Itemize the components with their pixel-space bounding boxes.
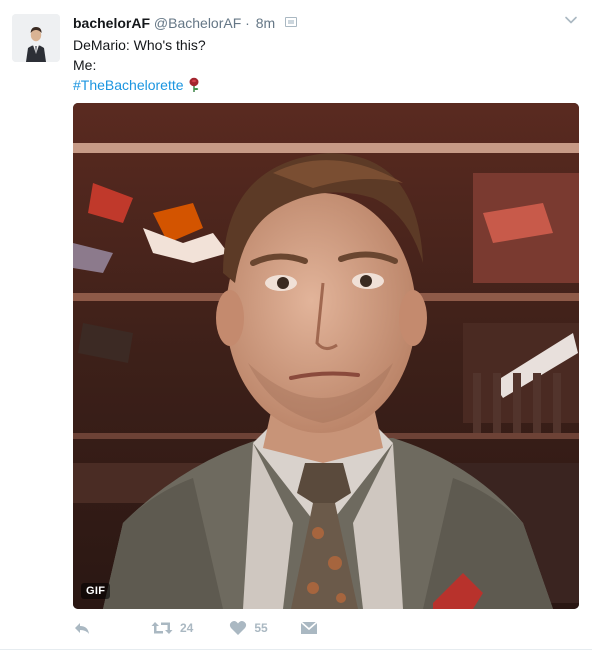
separator-dot: · bbox=[245, 15, 250, 31]
chevron-down-icon[interactable] bbox=[564, 13, 578, 27]
direct-message-button[interactable] bbox=[300, 620, 318, 636]
direct-message-icon bbox=[300, 620, 318, 636]
hashtag-line: #TheBachelorette bbox=[73, 75, 553, 95]
like-count: 55 bbox=[254, 621, 268, 635]
tweet-line-2: Me: bbox=[73, 57, 97, 73]
reply-icon bbox=[73, 620, 91, 636]
tweet-text: DeMario: Who's this? Me: #TheBachelorett… bbox=[73, 35, 553, 95]
user-handle[interactable]: @BachelorAF bbox=[154, 15, 241, 31]
reply-button[interactable] bbox=[73, 620, 91, 636]
like-button[interactable]: 55 bbox=[229, 620, 268, 636]
heart-icon bbox=[229, 620, 247, 636]
display-name[interactable]: bachelorAF bbox=[73, 15, 150, 31]
media-badge-icon bbox=[285, 17, 298, 27]
timestamp[interactable]: 8m bbox=[256, 15, 275, 31]
retweet-icon bbox=[151, 620, 173, 636]
tweet-actions: 24 55 bbox=[73, 617, 318, 639]
retweet-count: 24 bbox=[180, 621, 194, 635]
retweet-button[interactable]: 24 bbox=[151, 620, 193, 636]
avatar[interactable] bbox=[12, 14, 60, 62]
tweet-line-1: DeMario: Who's this? bbox=[73, 37, 206, 53]
tweet-header: bachelorAF @BachelorAF · 8m bbox=[73, 13, 552, 33]
rose-emoji-icon bbox=[187, 77, 201, 93]
hashtag-link[interactable]: #TheBachelorette bbox=[73, 77, 184, 93]
gif-badge: GIF bbox=[81, 583, 111, 599]
tweet-card[interactable]: bachelorAF @BachelorAF · 8m DeMario: Who… bbox=[0, 0, 592, 650]
gif-media[interactable]: GIF bbox=[73, 103, 579, 609]
